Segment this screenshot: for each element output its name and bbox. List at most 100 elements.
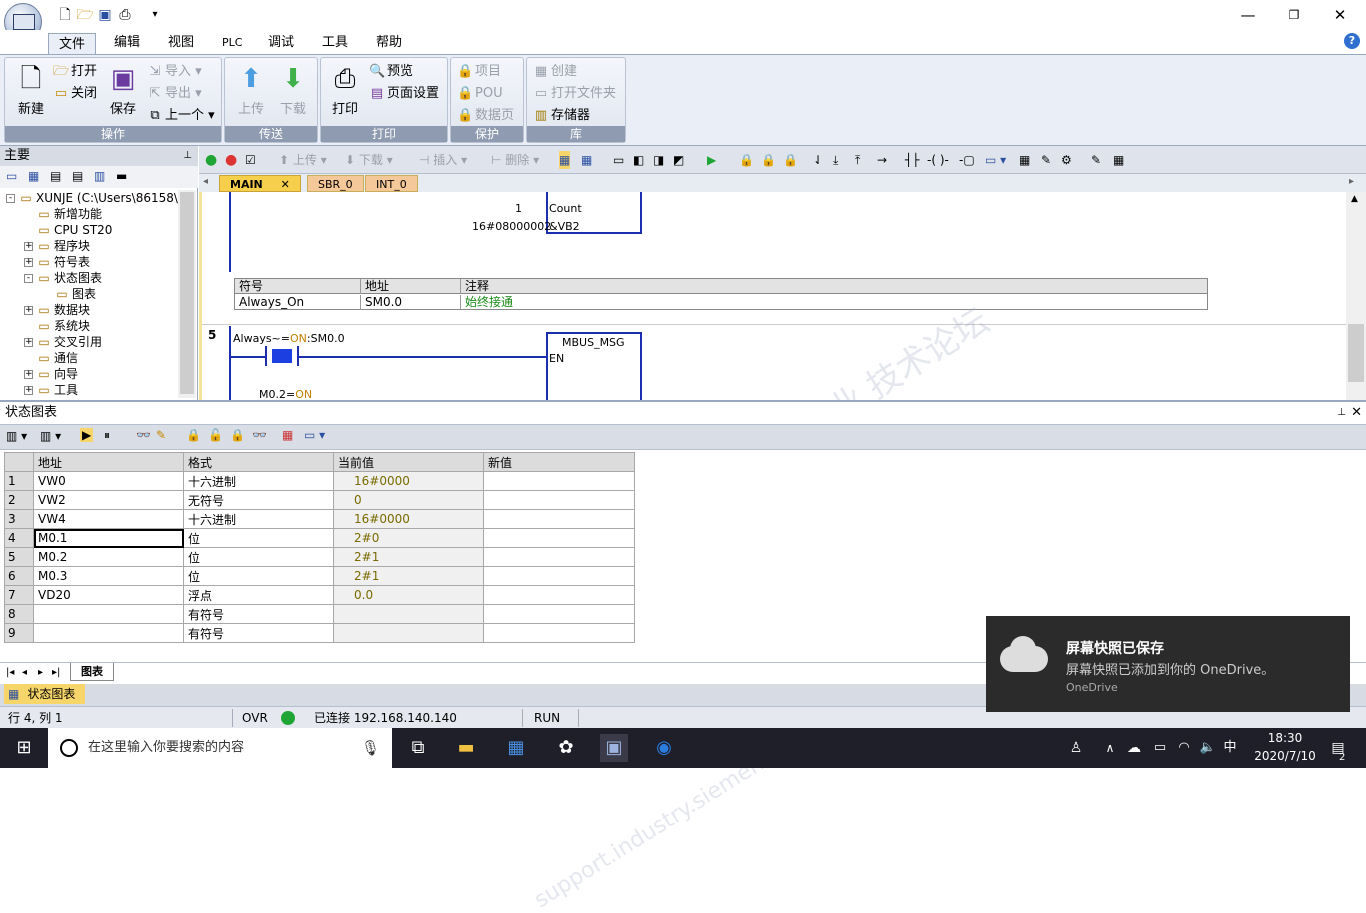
open-library-folder-button[interactable]: ▭ 打开文件夹	[533, 84, 616, 104]
print-icon[interactable]: ⎙	[116, 6, 134, 24]
current-value-cell[interactable]: 2#0	[333, 528, 484, 548]
branch-down-icon[interactable]: ⇃	[813, 151, 823, 169]
save-button[interactable]: ▣ 保存	[103, 62, 143, 122]
new-value-cell[interactable]	[483, 623, 635, 643]
delete-row-icon[interactable]: ▥ ▾	[40, 429, 61, 443]
doc-tab-status-chart[interactable]: ▦ 状态图表	[4, 684, 86, 704]
protect-pou-button[interactable]: 🔒 POU	[457, 84, 503, 104]
restore-button[interactable]: ❐	[1274, 4, 1314, 26]
tree-node[interactable]: ▭ 通信	[24, 350, 78, 366]
address-cell[interactable]: VW4	[33, 509, 184, 529]
doc2-icon[interactable]: ▤	[72, 169, 83, 183]
current-value-cell[interactable]: 2#1	[333, 547, 484, 567]
scroll-thumb[interactable]	[1348, 324, 1364, 382]
current-value-cell[interactable]: 16#0000	[333, 509, 484, 529]
format-cell[interactable]: 十六进制	[183, 471, 334, 491]
people-icon[interactable]: ♙	[1062, 734, 1090, 762]
tree-expander-icon[interactable]: +	[24, 258, 33, 267]
options-icon[interactable]: ▦	[1113, 151, 1124, 169]
previous-button[interactable]: ⧉ 上一个 ▾	[147, 106, 214, 126]
pause-icon[interactable]: ⏸	[104, 428, 110, 443]
first-sheet-icon[interactable]: |◂	[6, 667, 14, 678]
new-button[interactable]: 🗋 新建	[11, 62, 51, 122]
ime-indicator[interactable]: 中	[1216, 734, 1244, 762]
current-value-cell[interactable]: 0	[333, 490, 484, 510]
symbol-table-icon[interactable]: ▦	[1019, 151, 1030, 169]
doc-icon[interactable]: ▤	[50, 169, 61, 183]
tab-scroll-left-icon[interactable]: ◂	[203, 176, 208, 187]
box-icon[interactable]: -▢	[959, 151, 975, 169]
menu-file[interactable]: 文件	[48, 33, 97, 55]
new-value-cell[interactable]	[483, 604, 635, 624]
monitor-icon[interactable]: ▬	[116, 169, 127, 183]
step7-app-icon[interactable]: ▣	[600, 734, 628, 762]
tab-close-icon[interactable]: ✕	[281, 178, 290, 191]
export-button[interactable]: ⇱ 导出 ▾	[147, 84, 202, 104]
tree-expander-icon[interactable]: -	[6, 194, 15, 203]
close-pane-icon[interactable]: ✕	[1351, 402, 1362, 424]
new-value-cell[interactable]	[483, 566, 635, 586]
format-cell[interactable]: 有符号	[183, 604, 334, 624]
grid-icon[interactable]: ▦	[28, 169, 39, 183]
address-cell[interactable]: M0.2	[33, 547, 184, 567]
page-setup-button[interactable]: ▤ 页面设置	[369, 84, 439, 104]
tree-expander-icon[interactable]: +	[24, 386, 33, 395]
taskbar-search[interactable]: 在这里输入你要搜索的内容 🎙	[48, 728, 392, 768]
calculator-icon[interactable]: ▦	[502, 734, 530, 762]
pin-icon[interactable]: ⊥	[1337, 402, 1346, 424]
file-explorer-icon[interactable]: ▬	[452, 734, 480, 762]
new-value-cell[interactable]	[483, 585, 635, 605]
tab-int0[interactable]: INT_0	[365, 175, 418, 192]
clock-time[interactable]: 18:30	[1250, 731, 1320, 745]
onedrive-toast[interactable]: 屏幕快照已保存 屏幕快照已添加到你的 OneDrive。 OneDrive	[986, 616, 1350, 712]
scroll-thumb[interactable]	[180, 192, 194, 394]
format-cell[interactable]: 有符号	[183, 623, 334, 643]
close-button[interactable]: ✕	[1320, 4, 1360, 26]
new-value-cell[interactable]	[483, 547, 635, 567]
browser-icon[interactable]: ◉	[650, 734, 678, 762]
protect-project-button[interactable]: 🔒 项目	[457, 62, 501, 82]
tree-node[interactable]: - ▭ 状态图表	[24, 270, 102, 286]
tree-expander-icon[interactable]: +	[24, 338, 33, 347]
memory-button[interactable]: ▥ 存储器	[533, 106, 590, 126]
windows-start-icon[interactable]: ⊞	[10, 734, 38, 762]
tree-node[interactable]: + ▭ 符号表	[24, 254, 90, 270]
address-cell[interactable]: VD20	[33, 585, 184, 605]
table-row[interactable]: 9 有符号	[4, 623, 635, 643]
goto-icon[interactable]: ▶	[707, 151, 716, 169]
last-sheet-icon[interactable]: ▸|	[52, 667, 60, 678]
lock-multi-icon[interactable]: 🔒	[761, 151, 776, 169]
next-bookmark-icon[interactable]: ◨	[653, 151, 664, 169]
address-cell[interactable]	[33, 604, 184, 624]
comment-icon[interactable]: ▭ ▾	[304, 428, 325, 442]
print-button[interactable]: ⎙ 打印	[325, 62, 365, 122]
bookmark-icon[interactable]: ▭	[613, 151, 624, 169]
download-tool[interactable]: ⬇ 下载 ▾	[345, 151, 393, 169]
import-button[interactable]: ⇲ 导入 ▾	[147, 62, 202, 82]
tree-expander-icon[interactable]: +	[24, 306, 33, 315]
preview-button[interactable]: 🔍 预览	[369, 62, 413, 82]
current-value-cell[interactable]: 0.0	[333, 585, 484, 605]
prev-bookmark-icon[interactable]: ◧	[633, 151, 644, 169]
download-button[interactable]: ⬇ 下载	[273, 62, 313, 122]
menu-help[interactable]: 帮助	[366, 32, 412, 54]
table-row[interactable]: 2 VW2 无符号 0	[4, 490, 635, 510]
new-value-cell[interactable]	[483, 528, 635, 548]
tree-node[interactable]: + ▭ 向导	[24, 366, 78, 382]
table-row[interactable]: 4 M0.1 位 2#0	[4, 528, 635, 548]
unforce-all-icon[interactable]: 🔒	[230, 428, 245, 442]
ladder-editor[interactable]: 1 Count 16#08000002 &VB2 符号 地址 注释 Always…	[199, 192, 1346, 400]
action-center-icon[interactable]: ▤ 2	[1324, 734, 1352, 763]
lock-tool-icon[interactable]: 🔒	[739, 151, 754, 169]
open-folder-icon[interactable]: 🗁	[76, 6, 94, 24]
clock-date[interactable]: 2020/7/10	[1250, 749, 1320, 763]
table-icon[interactable]: ▥	[94, 169, 105, 183]
properties-icon[interactable]: ⚙	[1061, 151, 1072, 169]
status-toggle-icon[interactable]: ▦	[581, 151, 592, 169]
format-cell[interactable]: 十六进制	[183, 509, 334, 529]
sheet-tab-chart[interactable]: 图表	[70, 663, 114, 681]
current-value-cell[interactable]	[333, 604, 484, 624]
address-cell[interactable]: VW0	[33, 471, 184, 491]
tree-node[interactable]: - ▭ XUNJE (C:\Users\86158\De	[6, 190, 180, 206]
comment-icon[interactable]: ▭ ▾	[985, 151, 1006, 169]
